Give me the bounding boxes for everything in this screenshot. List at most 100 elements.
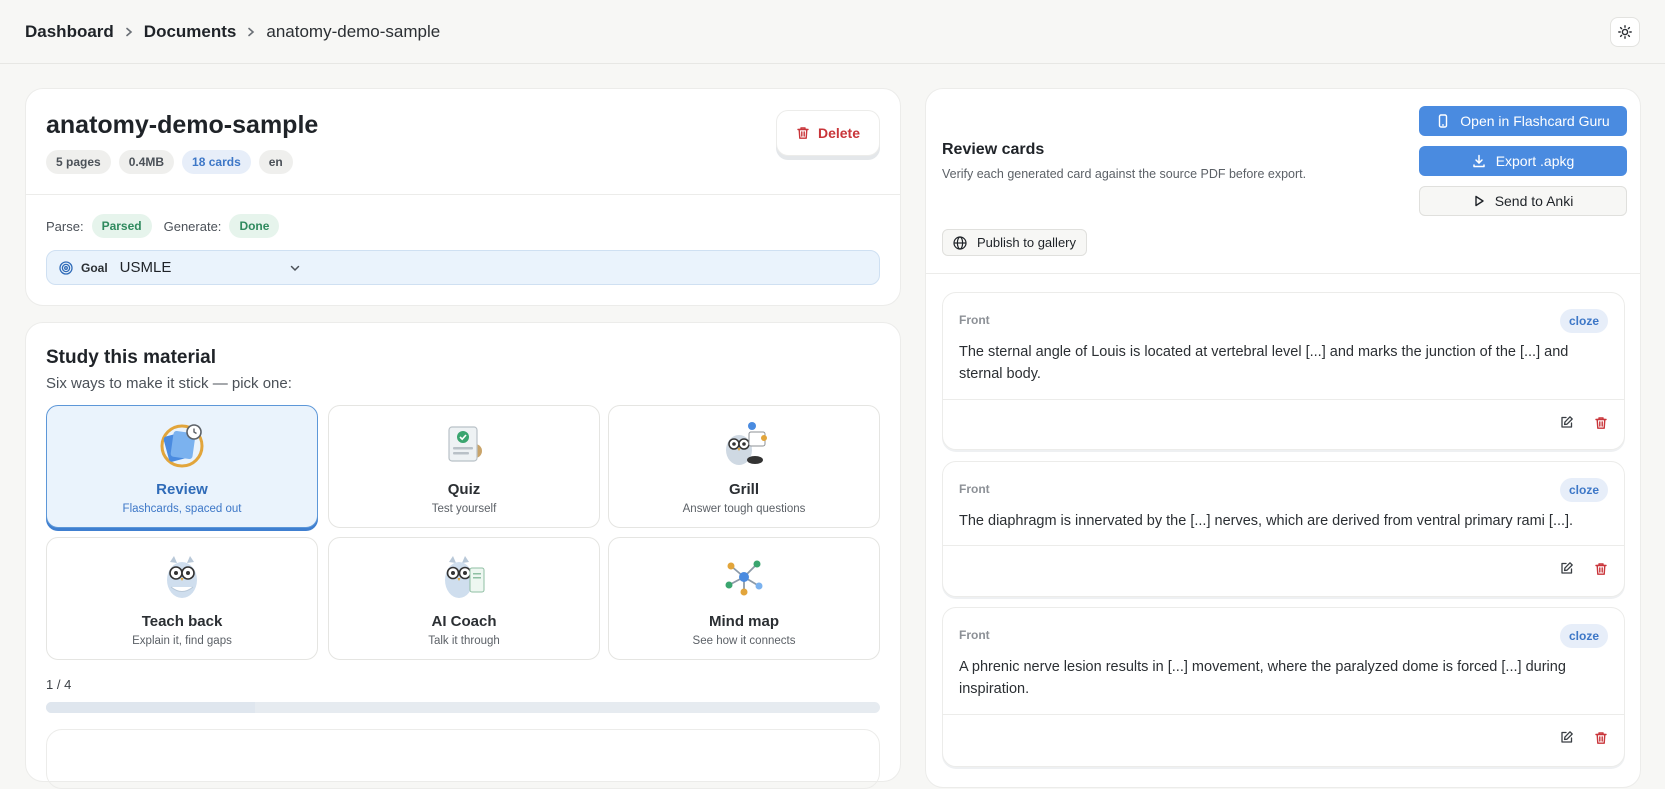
trash-icon[interactable] bbox=[1594, 730, 1608, 745]
pages-chip: 5 pages bbox=[46, 150, 111, 174]
document-meta-chips: 5 pages 0.4MB 18 cards en bbox=[46, 150, 293, 174]
card-footer bbox=[943, 714, 1624, 715]
globe-icon bbox=[953, 235, 967, 250]
breadcrumb-dashboard[interactable]: Dashboard bbox=[25, 22, 114, 42]
generate-status-badge: Done bbox=[229, 214, 280, 238]
card-side-label: Front bbox=[959, 482, 990, 496]
play-icon bbox=[1473, 195, 1485, 207]
progress-label: 1 / 4 bbox=[46, 677, 72, 692]
study-card: Study this material Six ways to make it … bbox=[25, 322, 901, 789]
delete-button[interactable]: Delete bbox=[776, 110, 880, 156]
study-subtitle: Six ways to make it stick — pick one: bbox=[46, 375, 292, 392]
owl-coach-icon bbox=[439, 552, 489, 602]
goal-label: Goal bbox=[81, 260, 108, 275]
mode-name: Grill bbox=[728, 481, 759, 498]
flashcard: Front cloze A phrenic nerve lesion resul… bbox=[942, 607, 1625, 767]
open-in-flashcard-guru-button[interactable]: Open in Flashcard Guru bbox=[1419, 106, 1627, 136]
mode-desc: Answer tough questions bbox=[682, 503, 806, 515]
review-title: Review cards bbox=[942, 141, 1045, 158]
mode-desc: Test yourself bbox=[431, 503, 497, 515]
mode-name: Quiz bbox=[447, 481, 481, 498]
mode-name: Teach back bbox=[141, 613, 223, 630]
card-side-label: Front bbox=[959, 313, 990, 327]
language-chip: en bbox=[258, 150, 293, 174]
status-row: Parse: Parsed Generate: Done bbox=[46, 214, 280, 238]
flashcard: Front cloze The diaphragm is innervated … bbox=[942, 461, 1625, 597]
mode-ai-coach-tile[interactable]: AI Coach Talk it through bbox=[328, 537, 600, 660]
target-icon bbox=[59, 260, 73, 275]
trash-icon[interactable] bbox=[1594, 415, 1608, 430]
card-actions bbox=[1559, 561, 1608, 576]
export-label: Export .apkg bbox=[1495, 153, 1575, 169]
card-text: The sternal angle of Louis is located at… bbox=[959, 344, 1569, 382]
chevron-down-icon bbox=[289, 262, 301, 274]
quiz-sheet-icon bbox=[439, 420, 489, 470]
chevron-right-icon bbox=[124, 27, 134, 37]
card-side-label: Front bbox=[959, 628, 990, 642]
mind-map-icon bbox=[719, 552, 769, 602]
open-label: Open in Flashcard Guru bbox=[1460, 113, 1610, 129]
card-type-badge: cloze bbox=[1559, 478, 1608, 502]
card-type-badge: cloze bbox=[1559, 309, 1608, 333]
trash-icon bbox=[796, 126, 810, 140]
parse-label: Parse: bbox=[46, 218, 84, 234]
mode-grill-tile[interactable]: Grill Answer tough questions bbox=[608, 405, 880, 528]
mode-name: Review bbox=[156, 481, 208, 498]
mode-teach-back-tile[interactable]: Teach back Explain it, find gaps bbox=[46, 537, 318, 660]
progress-bar bbox=[46, 702, 880, 713]
publish-to-gallery-button[interactable]: Publish to gallery bbox=[942, 229, 1087, 256]
delete-label: Delete bbox=[817, 125, 861, 141]
flashcards-clock-icon bbox=[157, 420, 207, 470]
edit-icon[interactable] bbox=[1559, 730, 1574, 745]
chevron-right-icon bbox=[246, 27, 256, 37]
goal-select[interactable]: Goal USMLE bbox=[46, 250, 880, 285]
edit-icon[interactable] bbox=[1559, 561, 1574, 576]
divider bbox=[26, 194, 900, 195]
review-subtitle: Verify each generated card against the s… bbox=[942, 167, 1307, 181]
cards-chip: 18 cards bbox=[182, 150, 251, 174]
generate-label: Generate: bbox=[163, 218, 222, 234]
sun-icon bbox=[1618, 25, 1632, 39]
trash-icon[interactable] bbox=[1594, 561, 1608, 576]
mode-desc: See how it connects bbox=[692, 635, 796, 647]
owl-teach-icon bbox=[157, 552, 207, 602]
mode-desc: Explain it, find gaps bbox=[132, 635, 232, 647]
card-text: A phrenic nerve lesion results in [...] … bbox=[959, 659, 1566, 697]
flashcard: Front cloze The sternal angle of Louis i… bbox=[942, 292, 1625, 450]
progress-fill bbox=[46, 702, 255, 713]
download-icon bbox=[1472, 154, 1486, 168]
breadcrumb-current: anatomy-demo-sample bbox=[266, 21, 441, 41]
edit-icon[interactable] bbox=[1559, 415, 1574, 430]
send-to-anki-button[interactable]: Send to Anki bbox=[1419, 186, 1627, 216]
card-footer bbox=[943, 399, 1624, 400]
goal-value: USMLE bbox=[119, 259, 172, 276]
size-chip: 0.4MB bbox=[118, 150, 175, 174]
card-type-badge: cloze bbox=[1559, 624, 1608, 648]
document-title: anatomy-demo-sample bbox=[46, 111, 319, 139]
card-actions bbox=[1559, 415, 1608, 430]
mode-review-tile[interactable]: Review Flashcards, spaced out bbox=[46, 405, 318, 528]
card-footer bbox=[943, 545, 1624, 546]
study-step-panel bbox=[46, 729, 880, 789]
document-card: anatomy-demo-sample 5 pages 0.4MB 18 car… bbox=[25, 88, 901, 306]
breadcrumb-documents[interactable]: Documents bbox=[144, 22, 237, 42]
mode-name: AI Coach bbox=[431, 613, 497, 630]
mode-desc: Flashcards, spaced out bbox=[122, 503, 242, 515]
review-panel: Open in Flashcard Guru Export .apkg Send… bbox=[925, 88, 1641, 788]
divider bbox=[926, 273, 1640, 274]
publish-label: Publish to gallery bbox=[977, 235, 1076, 250]
mode-name: Mind map bbox=[709, 613, 779, 630]
mode-quiz-tile[interactable]: Quiz Test yourself bbox=[328, 405, 600, 528]
study-title: Study this material bbox=[46, 347, 216, 368]
mode-mind-map-tile[interactable]: Mind map See how it connects bbox=[608, 537, 880, 660]
top-bar: Dashboard Documents anatomy-demo-sample bbox=[0, 0, 1665, 64]
theme-toggle-button[interactable] bbox=[1610, 17, 1640, 47]
parse-status-badge: Parsed bbox=[91, 214, 152, 238]
mode-desc: Talk it through bbox=[428, 635, 500, 647]
owl-grill-icon bbox=[719, 420, 769, 470]
export-apkg-button[interactable]: Export .apkg bbox=[1419, 146, 1627, 176]
phone-icon bbox=[1436, 114, 1450, 128]
anki-label: Send to Anki bbox=[1494, 193, 1574, 209]
card-actions bbox=[1559, 730, 1608, 745]
card-text: The diaphragm is innervated by the [...]… bbox=[959, 513, 1574, 529]
